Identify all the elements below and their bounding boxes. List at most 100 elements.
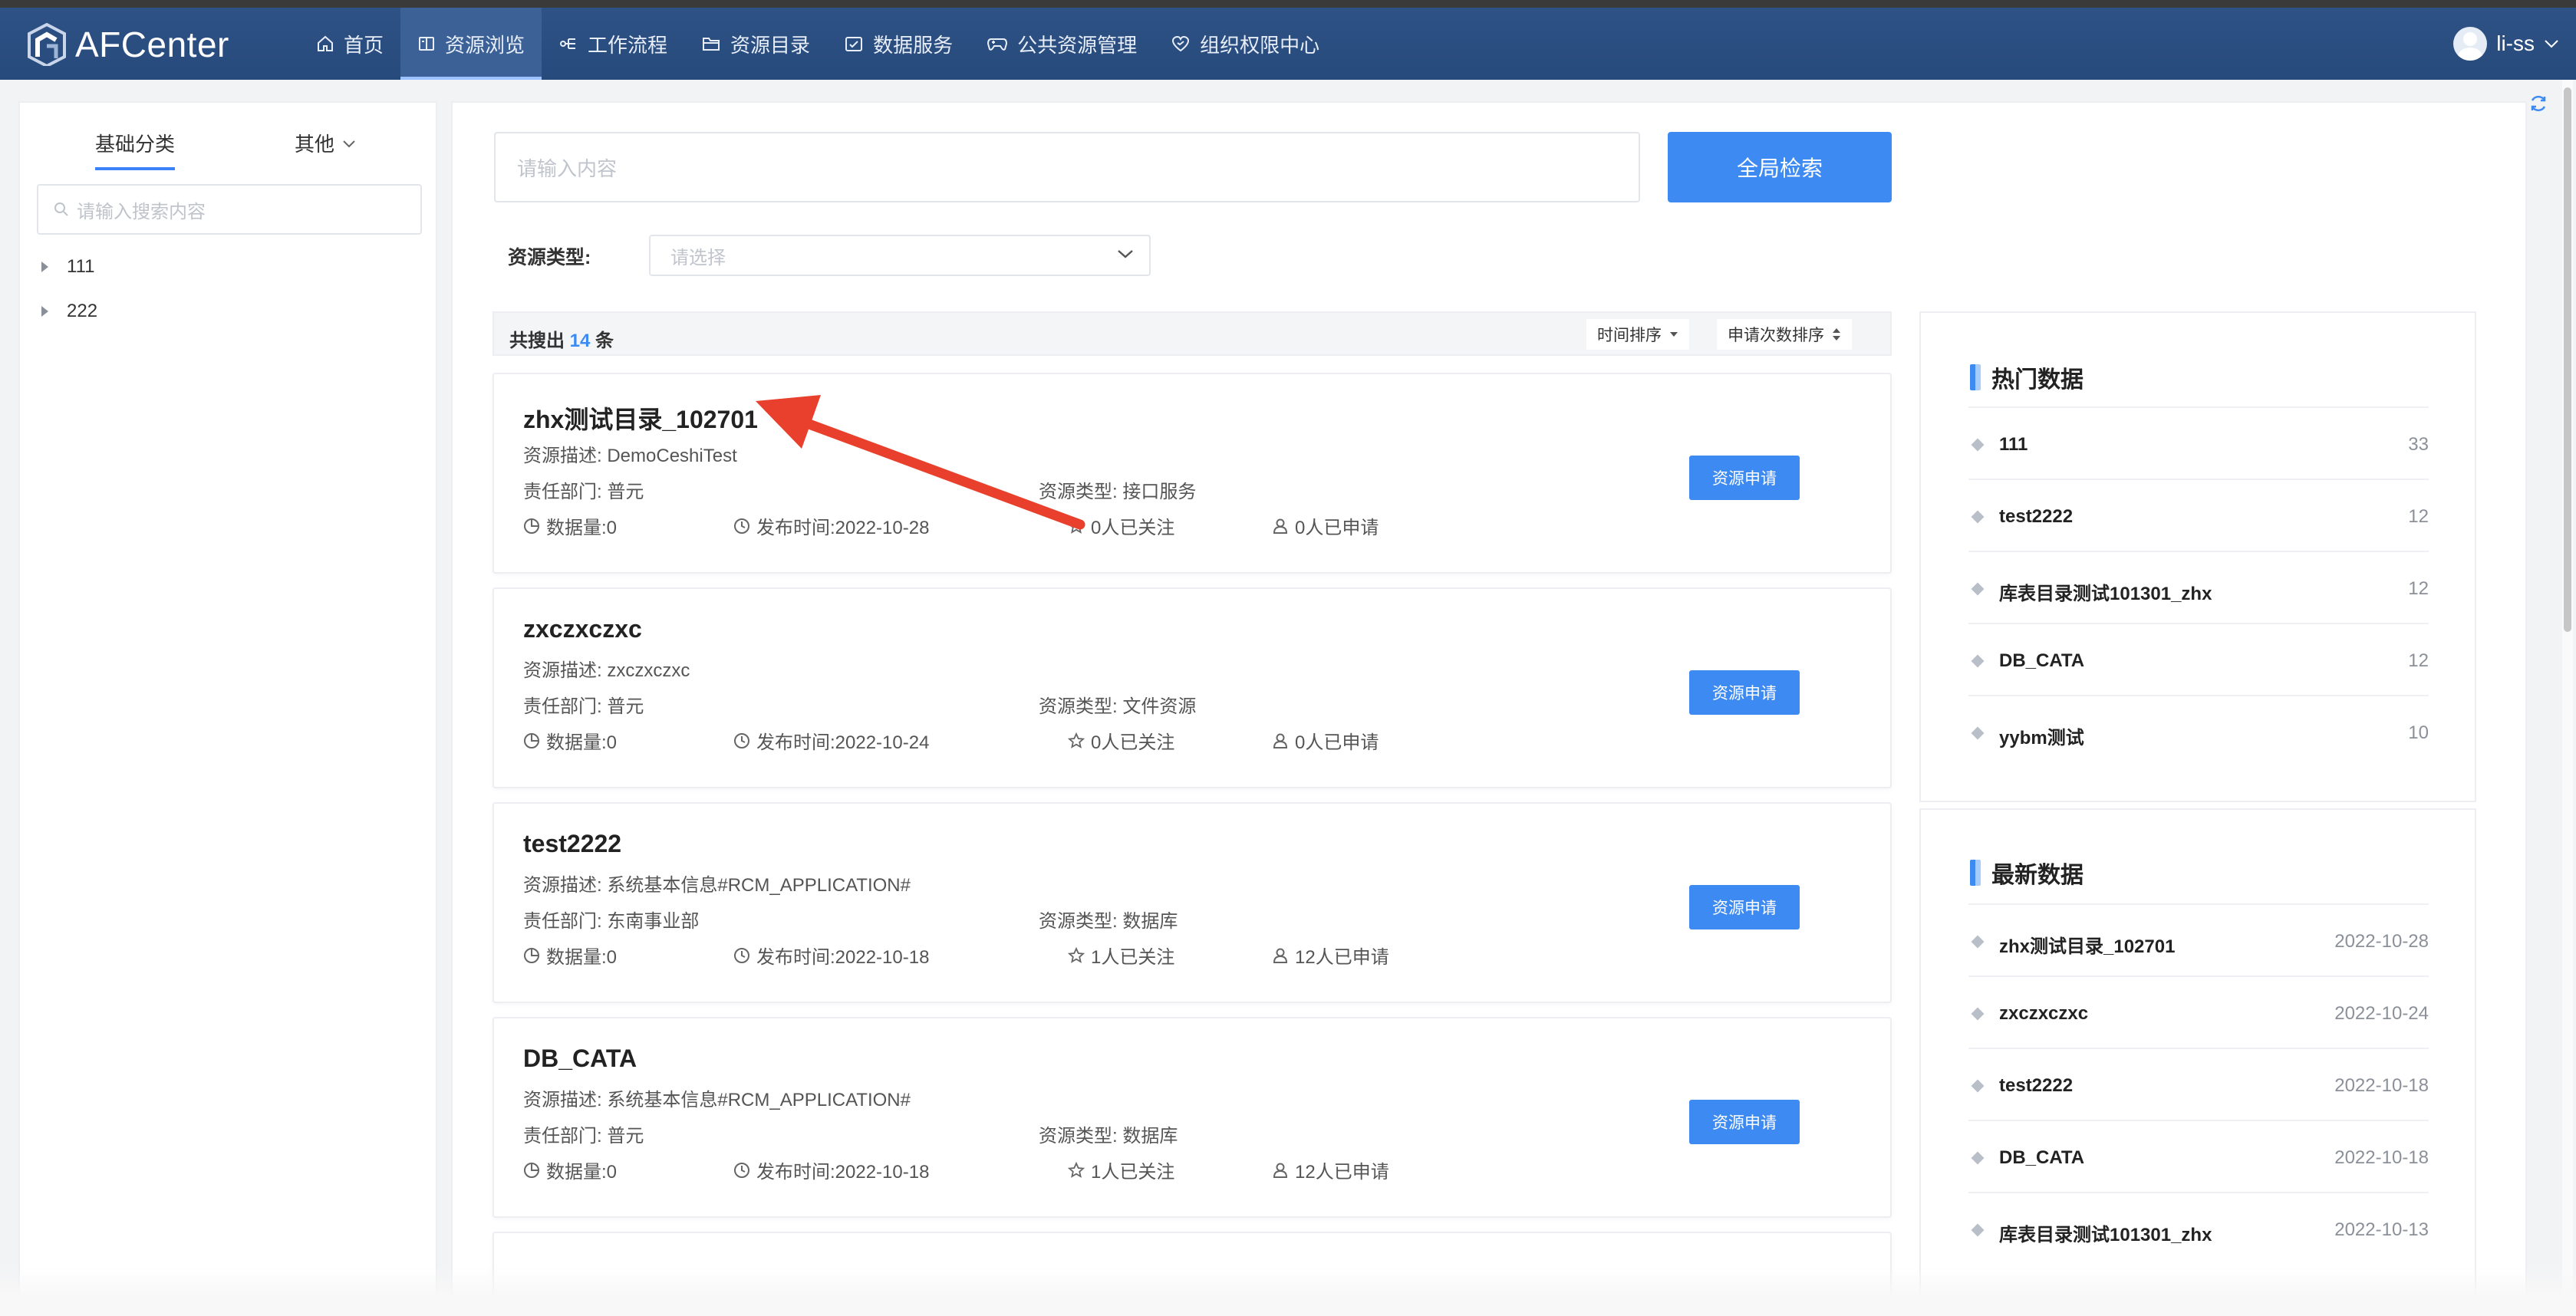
resource-title[interactable]: DB_CATA: [523, 1045, 637, 1073]
resource-card[interactable]: zxczxczxc 资源描述: zxczxczxc 责任部门: 普元 资源类型:…: [492, 587, 1892, 788]
resource-desc: 资源描述: DemoCeshiTest: [523, 440, 737, 467]
resource-apply-button[interactable]: 资源申请: [1689, 670, 1800, 715]
latest-data-item[interactable]: zxczxczxc 2022-10-24: [1968, 975, 2429, 1048]
apply-count-text: 12人已申请: [1295, 947, 1389, 968]
resource-card[interactable]: test2222 资源描述: 系统基本信息#RCM_APPLICATION# 责…: [492, 802, 1892, 1003]
latest-data-title-text: 最新数据: [1991, 863, 2084, 888]
pie-icon: [524, 1162, 539, 1178]
sidebar-tabs: 基础分类 其他: [20, 129, 436, 175]
publish-time: 发布时间:2022-10-18: [733, 1156, 929, 1183]
star-icon: [1068, 517, 1085, 534]
item-name: yybm测试: [1999, 728, 2084, 748]
nav-workflow[interactable]: 工作流程: [542, 8, 684, 80]
hot-data-item[interactable]: 111 33: [1968, 406, 2429, 479]
nav-org-permission[interactable]: 组织权限中心: [1154, 8, 1336, 80]
nav-resource-catalog[interactable]: 资源目录: [684, 8, 827, 80]
desc-label: 资源描述:: [523, 660, 602, 681]
latest-data-title: 最新数据: [1970, 856, 2084, 890]
dept-label: 责任部门:: [523, 911, 602, 932]
app-logo[interactable]: AFCenter: [26, 22, 229, 68]
nav-workflow-label: 工作流程: [588, 33, 668, 57]
scrollbar-thumb[interactable]: [2564, 87, 2571, 632]
latest-data-item[interactable]: 库表目录测试101301_zhx 2022-10-13: [1968, 1192, 2429, 1264]
home-icon: [318, 35, 333, 51]
follow-count: 0人已关注: [1068, 727, 1174, 754]
heart-shield-icon: [1172, 35, 1190, 52]
resource-card[interactable]: zhx测试目录_102701 资源描述: DemoCeshiTest 责任部门:…: [492, 373, 1892, 574]
nav-data-service[interactable]: 数据服务: [827, 8, 970, 80]
item-name: test2222: [1999, 506, 2074, 527]
global-search-button[interactable]: 全局检索: [1668, 132, 1892, 202]
item-name: 库表目录测试101301_zhx: [1999, 1225, 2212, 1245]
sort-by-apply-count[interactable]: 申请次数排序: [1717, 319, 1852, 350]
nav-public-resource[interactable]: 公共资源管理: [970, 8, 1154, 80]
nav-home[interactable]: 首页: [299, 8, 400, 80]
nav-resource-browse[interactable]: 资源浏览: [400, 8, 542, 80]
hot-data-item[interactable]: yybm测试 10: [1968, 695, 2429, 767]
latest-data-item[interactable]: test2222 2022-10-18: [1968, 1048, 2429, 1120]
diamond-icon: [1971, 1151, 1985, 1165]
clock-icon: [734, 947, 749, 963]
publish-time-text: 发布时间:2022-10-18: [756, 1162, 930, 1183]
desc-label: 资源描述:: [523, 875, 602, 896]
tab-basic-category[interactable]: 基础分类: [95, 129, 176, 170]
tab-other-label: 其他: [295, 133, 335, 156]
hot-data-item[interactable]: DB_CATA 12: [1968, 623, 2429, 695]
resource-type: 资源类型: 文件资源: [1039, 691, 1196, 718]
resource-dept: 责任部门: 普元: [523, 691, 644, 718]
item-name: DB_CATA: [1999, 1147, 2085, 1168]
page-scrollbar[interactable]: [2562, 80, 2573, 1316]
type-label: 资源类型:: [1039, 482, 1118, 502]
hot-data-item[interactable]: 库表目录测试101301_zhx 12: [1968, 551, 2429, 623]
data-volume: 数据量:0: [523, 1156, 617, 1183]
refresh-icon[interactable]: [2528, 94, 2548, 119]
resource-type: 资源类型: 接口服务: [1039, 476, 1196, 503]
data-volume-text: 数据量:0: [546, 518, 618, 538]
global-search-placeholder: 请输入内容: [517, 156, 618, 180]
item-name: 库表目录测试101301_zhx: [1999, 584, 2212, 604]
follow-count: 1人已关注: [1068, 1156, 1174, 1183]
resource-type-select[interactable]: 请选择: [649, 235, 1151, 276]
apply-count-text: 0人已申请: [1295, 732, 1379, 753]
sidebar-search-input[interactable]: 请输入搜索内容: [37, 184, 422, 235]
user-menu[interactable]: li-ss: [2453, 26, 2559, 61]
tree-node-111[interactable]: 111: [41, 256, 94, 278]
latest-data-item[interactable]: zhx测试目录_102701 2022-10-28: [1968, 903, 2429, 975]
item-count: 12: [2408, 578, 2429, 599]
resource-title[interactable]: test2222: [523, 830, 621, 858]
desc-value: DemoCeshiTest: [607, 446, 737, 466]
publish-time: 发布时间:2022-10-28: [733, 512, 929, 539]
gamepad-icon: [987, 38, 1008, 51]
sort-by-time[interactable]: 时间排序: [1586, 319, 1689, 350]
follow-count-text: 0人已关注: [1091, 732, 1175, 753]
hot-data-item[interactable]: test2222 12: [1968, 479, 2429, 551]
latest-data-item[interactable]: DB_CATA 2022-10-18: [1968, 1120, 2429, 1192]
resource-apply-button[interactable]: 资源申请: [1689, 1100, 1800, 1144]
follow-count-text: 1人已关注: [1091, 1162, 1175, 1183]
desc-label: 资源描述:: [523, 446, 602, 466]
tree-node-222[interactable]: 222: [41, 301, 97, 322]
diamond-icon: [1971, 726, 1985, 740]
type-value: 数据库: [1122, 1126, 1178, 1147]
resource-dept: 责任部门: 普元: [523, 476, 644, 503]
resource-title[interactable]: zxczxczxc: [523, 615, 642, 643]
global-search-input[interactable]: 请输入内容: [494, 132, 1640, 202]
hot-data-title-text: 热门数据: [1991, 367, 2084, 393]
diamond-icon: [1971, 1079, 1985, 1093]
nav-home-label: 首页: [344, 33, 384, 57]
data-volume-text: 数据量:0: [546, 732, 618, 753]
main-panel: 请输入内容 全局检索 资源类型: 请选择 共搜出 14 条 时间排序 申请次数排…: [451, 101, 2527, 1316]
item-name: 111: [1999, 434, 2028, 455]
resource-apply-button[interactable]: 资源申请: [1689, 456, 1800, 500]
desc-value: 系统基本信息#RCM_APPLICATION#: [607, 875, 911, 896]
resource-card[interactable]: DB_CATA 资源描述: 系统基本信息#RCM_APPLICATION# 责任…: [492, 1017, 1892, 1218]
clock-icon: [734, 732, 749, 748]
tab-other[interactable]: 其他: [295, 129, 356, 157]
resource-apply-button[interactable]: 资源申请: [1689, 885, 1800, 929]
caret-right-icon: [41, 306, 48, 317]
type-label: 资源类型:: [1039, 696, 1118, 717]
data-volume-text: 数据量:0: [546, 947, 618, 968]
apply-count: 12人已申请: [1272, 942, 1389, 969]
resource-title[interactable]: zhx测试目录_102701: [523, 400, 758, 436]
latest-data-panel: 最新数据 zhx测试目录_102701 2022-10-28 zxczxczxc 2…: [1919, 808, 2476, 1316]
